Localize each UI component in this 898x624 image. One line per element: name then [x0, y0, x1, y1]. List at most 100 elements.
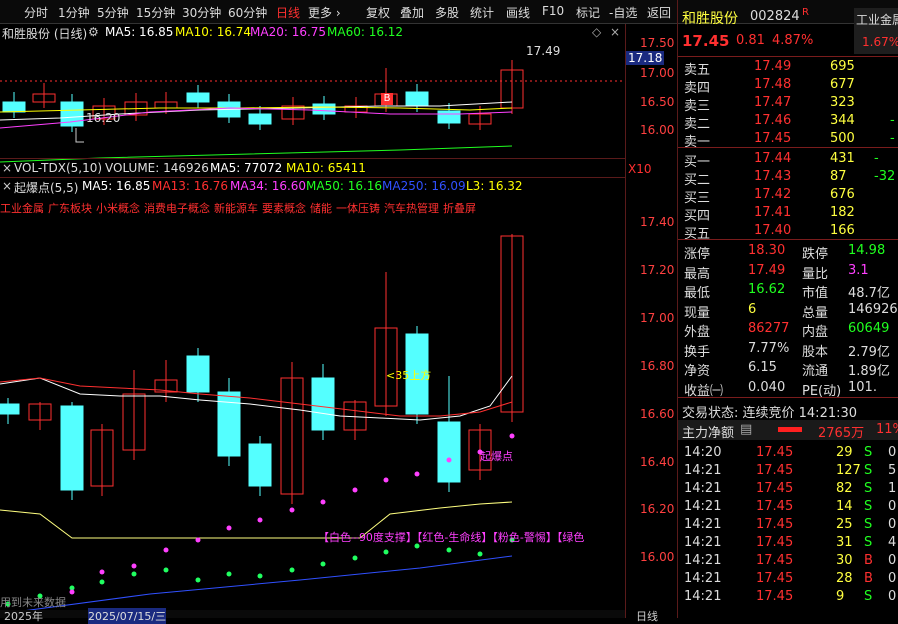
- settings-icon[interactable]: ⚙: [88, 25, 99, 39]
- tick-row[interactable]: 14:20 17.45 29 S 0: [678, 444, 898, 462]
- stat-row[interactable]: 净资 6.15 流通 1.89亿: [678, 359, 898, 379]
- ind-ma34-label: MA34: 16.60: [230, 179, 307, 193]
- green-dot: [320, 561, 326, 567]
- stat-value: 60649: [848, 321, 890, 336]
- stat-row[interactable]: 最低 16.62 市值 48.7亿: [678, 281, 898, 301]
- ask-row[interactable]: 卖三 17.47 323: [678, 94, 898, 114]
- stat-row[interactable]: 外盘 86277 内盘 60649: [678, 320, 898, 340]
- stat-value: 3.1: [848, 262, 869, 278]
- stat-row[interactable]: 涨停 18.30 跌停 14.98: [678, 242, 898, 262]
- stat-value: 14.98: [848, 243, 886, 258]
- stat-row[interactable]: 收益㈠ 0.040 PE(动) 101.: [678, 379, 898, 399]
- tick-price: 17.45: [756, 517, 794, 532]
- candle-body: [437, 110, 461, 124]
- close-icon[interactable]: ×: [2, 161, 12, 175]
- tick-time: 14:21: [684, 589, 722, 604]
- tick-volume: 30: [836, 553, 853, 568]
- tick-row[interactable]: 14:21 17.45 82 S 1: [678, 480, 898, 498]
- tick-row[interactable]: 14:21 17.45 14 S 0: [678, 498, 898, 516]
- pink-dot: [257, 517, 263, 523]
- stat-value: 6.15: [748, 360, 777, 375]
- ask-row[interactable]: 卖一 17.45 500-: [678, 130, 898, 150]
- tick-row[interactable]: 14:21 17.45 31 S 4: [678, 534, 898, 552]
- divider: [0, 177, 625, 178]
- close-icon[interactable]: ×: [610, 25, 620, 39]
- tick-count: 1: [888, 481, 897, 496]
- close-icon[interactable]: ×: [2, 179, 12, 193]
- ask-row[interactable]: 卖四 17.48 677: [678, 76, 898, 96]
- period-tab-daily[interactable]: 日线: [276, 4, 300, 21]
- period-tab-30min[interactable]: 30分钟: [182, 4, 221, 21]
- tick-time: 14:21: [684, 571, 722, 586]
- buy-flag: B: [381, 93, 393, 105]
- stat-key: 总量: [802, 305, 829, 321]
- ind-ma250-label: MA250: 16.09: [382, 179, 466, 193]
- diamond-icon[interactable]: ◇: [592, 25, 601, 39]
- overlay-button[interactable]: 叠加: [400, 4, 424, 21]
- stat-row[interactable]: 换手 7.77% 股本 2.79亿: [678, 340, 898, 360]
- list-icon[interactable]: ▤: [740, 422, 752, 437]
- stat-key: 现量: [684, 305, 711, 321]
- restore-rights-button[interactable]: 复权: [366, 4, 390, 21]
- back-button[interactable]: 返回: [647, 4, 671, 21]
- pink-dot: [195, 537, 201, 543]
- bid-change: -: [874, 151, 879, 166]
- draw-line-button[interactable]: 画线: [506, 4, 530, 21]
- tick-row[interactable]: 14:21 17.45 28 B 0: [678, 570, 898, 588]
- stat-row[interactable]: 最高 17.49 量比 3.1: [678, 262, 898, 282]
- tick-volume: 31: [836, 535, 853, 550]
- bid-row[interactable]: 买二 17.43 87 -32: [678, 168, 898, 188]
- f10-button[interactable]: F10: [542, 4, 564, 18]
- stat-value: 48.7亿: [848, 286, 890, 301]
- sector-box[interactable]: 工业金属 1.67%: [854, 8, 898, 54]
- ma5-label: MA5: 16.85: [105, 25, 174, 39]
- period-tab-15min[interactable]: 15分钟: [136, 4, 175, 21]
- bid-row[interactable]: 买三 17.42 676: [678, 186, 898, 206]
- low-marker: [75, 128, 84, 143]
- axis-label: 16.00: [640, 550, 675, 564]
- period-label: 日线: [636, 610, 658, 623]
- bid-row[interactable]: 买一 17.44 431-: [678, 150, 898, 170]
- period-tab-60min[interactable]: 60分钟: [228, 4, 267, 21]
- multi-stock-button[interactable]: 多股: [435, 4, 459, 21]
- pink-dot: [320, 499, 326, 505]
- ask-row[interactable]: 卖二 17.46 344-: [678, 112, 898, 132]
- ask-row[interactable]: 卖五 17.49 695: [678, 58, 898, 78]
- tick-volume: 127: [836, 463, 861, 478]
- stat-row[interactable]: 现量 6 总量 146926: [678, 301, 898, 321]
- tick-row[interactable]: 14:21 17.45 30 B 0: [678, 552, 898, 570]
- pink-dot: [289, 507, 295, 513]
- ask-volume: 677: [830, 77, 855, 92]
- tick-row[interactable]: 14:21 17.45 9 S 0: [678, 588, 898, 606]
- main-flow-row[interactable]: 主力净额 ▤ 2765万 11%: [678, 420, 898, 441]
- add-watchlist-button[interactable]: -自选: [609, 4, 637, 21]
- green-dot: [226, 571, 232, 577]
- high-price-label: 17.49: [526, 44, 561, 58]
- bid-row[interactable]: 买四 17.41 182: [678, 204, 898, 224]
- tick-volume: 14: [836, 499, 853, 514]
- tick-price: 17.45: [756, 481, 794, 496]
- tick-row[interactable]: 14:21 17.45 25 S 0: [678, 516, 898, 534]
- candle-body: [0, 403, 20, 415]
- flow-bar: [778, 427, 802, 432]
- chart-panel[interactable]: 和胜股份 (日线) ⚙ MA5: 16.85 MA10: 16.74 MA20:…: [0, 24, 625, 624]
- tick-time: 14:21: [684, 463, 722, 478]
- period-tab-fenshi[interactable]: 分时: [24, 4, 48, 21]
- tick-row[interactable]: 14:21 17.45 127 S 5: [678, 462, 898, 480]
- axis-label: 17.20: [640, 263, 675, 277]
- tick-time: 14:21: [684, 553, 722, 568]
- stats-button[interactable]: 统计: [470, 4, 494, 21]
- color-legend: 【白色--90度支撑】【红色-生命线】【粉色-警惕】【绿色: [318, 531, 585, 544]
- pink-dot: [509, 433, 515, 439]
- tick-volume: 28: [836, 571, 853, 586]
- period-tab-1min[interactable]: 1分钟: [58, 4, 90, 21]
- bid-row[interactable]: 买五 17.40 166: [678, 222, 898, 242]
- tick-volume: 9: [836, 589, 845, 604]
- ask-price: 17.48: [754, 77, 792, 92]
- mark-button[interactable]: 标记: [576, 4, 600, 21]
- pink-dot: [414, 471, 420, 477]
- period-tab-5min[interactable]: 5分钟: [97, 4, 129, 21]
- candle-body: [248, 443, 272, 487]
- more-button[interactable]: 更多 ›: [308, 4, 341, 21]
- candle-body: [312, 103, 336, 115]
